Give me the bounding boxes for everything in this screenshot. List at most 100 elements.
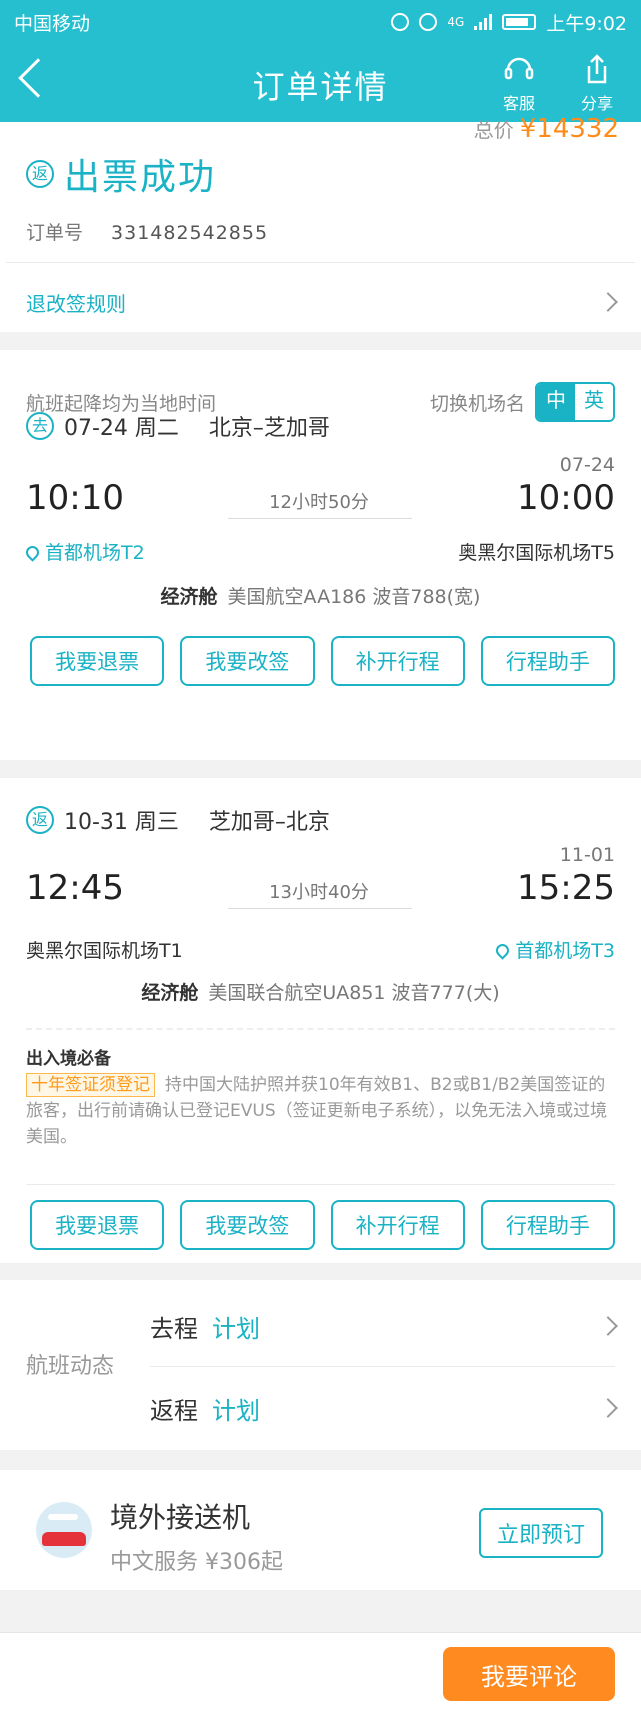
location-pin-icon	[23, 543, 42, 562]
car-shape	[42, 1532, 86, 1546]
refund-rules-label: 退改签规则	[26, 291, 126, 316]
outbound-departure-airport[interactable]: 首都机场T2	[23, 538, 145, 565]
dynamics-row-return[interactable]: 返程 计划	[150, 1368, 618, 1448]
chevron-right-icon	[598, 1398, 618, 1418]
return-flight-card: 返 10-31 周三 芝加哥–北京 11-01 12:45 13小时40分 15…	[0, 778, 641, 1263]
duration-line	[228, 518, 412, 519]
return-badge-icon: 返	[26, 806, 54, 834]
outbound-flight-info: 美国航空AA186 波音788(宽)	[227, 586, 481, 608]
headset-icon	[504, 57, 534, 80]
return-cities: 芝加哥–北京	[208, 810, 330, 835]
entry-notice: 十年签证须登记 持中国大陆护照并获10年有效B1、B2或B1/B2美国签证的旅客，…	[26, 1072, 617, 1150]
outbound-departure-time: 10:10	[26, 478, 124, 518]
outbound-route: 去 07-24 周二 北京–芝加哥	[26, 410, 330, 442]
network-type: 4G	[447, 15, 465, 29]
dashed-divider	[26, 1028, 615, 1030]
order-number-row: 订单号 331482542855	[26, 218, 268, 245]
outbound-date: 07-24 周二	[64, 416, 179, 441]
share-button[interactable]: 分享	[567, 52, 627, 114]
duration-line	[228, 908, 412, 909]
outbound-cabin-class: 经济舱	[160, 586, 218, 608]
return-cabin-class: 经济舱	[141, 982, 199, 1004]
language-toggle: 中 英	[535, 382, 615, 422]
return-arrival-time: 15:25	[517, 868, 615, 908]
divider	[26, 1184, 615, 1185]
trip-assistant-button[interactable]: 行程助手	[480, 636, 615, 686]
order-number-label: 订单号	[26, 222, 84, 244]
service-label: 客服	[502, 94, 535, 113]
total-value: ¥14332	[519, 114, 619, 144]
outbound-duration: 12小时50分	[269, 492, 369, 513]
share-label: 分享	[580, 94, 613, 113]
return-arrival-airport[interactable]: 首都机场T3	[493, 936, 615, 963]
divider	[150, 1366, 615, 1367]
trip-assistant-button[interactable]: 行程助手	[480, 1200, 615, 1250]
airport-transfer-card: 境外接送机 中文服务 ¥306起 立即预订	[0, 1470, 641, 1590]
clock: 上午9:02	[546, 12, 627, 35]
bottom-bar: 我要评论	[0, 1632, 641, 1712]
return-cabin-info: 经济舱 美国联合航空UA851 波音777(大)	[0, 978, 641, 1005]
order-number: 331482542855	[111, 222, 269, 244]
transfer-subtitle: 中文服务 ¥306起	[110, 1550, 283, 1575]
battery-icon	[502, 14, 537, 30]
return-departure-airport: 奥黑尔国际机场T1	[26, 940, 183, 962]
return-departure-time: 12:45	[26, 868, 124, 908]
change-button[interactable]: 我要改签	[180, 636, 315, 686]
transfer-title: 境外接送机	[110, 1501, 251, 1534]
return-arrival-date: 11-01	[559, 844, 615, 866]
chevron-right-icon	[598, 292, 618, 312]
dynamics-status: 计划	[212, 1314, 260, 1343]
car-icon	[36, 1502, 92, 1558]
outbound-departure-airport-name: 首都机场T2	[45, 542, 145, 564]
itinerary-button[interactable]: 补开行程	[330, 636, 465, 686]
return-date: 10-31 周三	[64, 810, 179, 835]
carrier: 中国移动	[14, 12, 91, 35]
divider	[6, 262, 635, 263]
chevron-right-icon	[598, 1316, 618, 1336]
refund-button[interactable]: 我要退票	[30, 1200, 165, 1250]
alarm-icon	[391, 13, 410, 31]
status-bar: 中国移动 4G 上午9:02	[0, 0, 641, 44]
status-icons: 4G 上午9:02	[391, 9, 627, 36]
dynamics-leg: 去程	[150, 1314, 198, 1343]
lang-cn-option[interactable]: 中	[537, 384, 575, 420]
return-duration: 13小时40分	[269, 882, 369, 903]
outbound-cities: 北京–芝加哥	[208, 416, 330, 441]
dynamics-status: 计划	[212, 1396, 260, 1425]
app-header: 订单详情 客服 分享	[0, 44, 641, 122]
change-button[interactable]: 我要改签	[180, 1200, 315, 1250]
customer-service-button[interactable]: 客服	[489, 52, 549, 114]
signal-icon	[474, 14, 493, 30]
lang-en-option[interactable]: 英	[575, 384, 613, 420]
write-review-button[interactable]: 我要评论	[443, 1647, 615, 1701]
return-flight-info: 美国联合航空UA851 波音777(大)	[208, 982, 500, 1004]
plane-shape	[48, 1514, 78, 1520]
outbound-arrival-airport: 奥黑尔国际机场T5	[458, 542, 615, 564]
itinerary-button[interactable]: 补开行程	[330, 1200, 465, 1250]
return-route: 返 10-31 周三 芝加哥–北京	[26, 804, 330, 836]
status-text: 出票成功	[64, 157, 217, 198]
outbound-arrival-date: 07-24	[559, 454, 615, 476]
flight-dynamics-label: 航班动态	[26, 1354, 115, 1379]
total-label: 总价	[473, 118, 514, 142]
outbound-flight-card: 航班起降均为当地时间 切换机场名 中 英 去 07-24 周二 北京–芝加哥 0…	[0, 350, 641, 760]
return-arrival-airport-name: 首都机场T3	[515, 940, 615, 962]
share-icon	[587, 54, 607, 84]
ticket-status: 返 出票成功	[26, 148, 216, 200]
entry-notice-title: 出入境必备	[26, 1049, 111, 1069]
switch-label: 切换机场名	[429, 392, 525, 415]
outbound-badge-icon: 去	[26, 412, 54, 440]
book-now-button[interactable]: 立即预订	[479, 1508, 603, 1558]
dynamics-row-outbound[interactable]: 去程 计划	[150, 1286, 618, 1366]
outbound-cabin-info: 经济舱 美国航空AA186 波音788(宽)	[0, 582, 641, 609]
eye-icon	[419, 13, 438, 31]
location-pin-icon	[493, 941, 512, 960]
refund-rules-link[interactable]: 退改签规则	[26, 282, 618, 322]
total-price[interactable]: 总价 ¥14332	[474, 114, 619, 144]
return-badge-icon: 返	[26, 160, 54, 188]
order-summary-card: 总价 ¥14332 返 出票成功 订单号 331482542855 退改签规则	[0, 114, 641, 332]
outbound-arrival-time: 10:00	[517, 478, 615, 518]
dynamics-leg: 返程	[150, 1396, 198, 1425]
visa-badge: 十年签证须登记	[26, 1073, 155, 1097]
refund-button[interactable]: 我要退票	[30, 636, 165, 686]
